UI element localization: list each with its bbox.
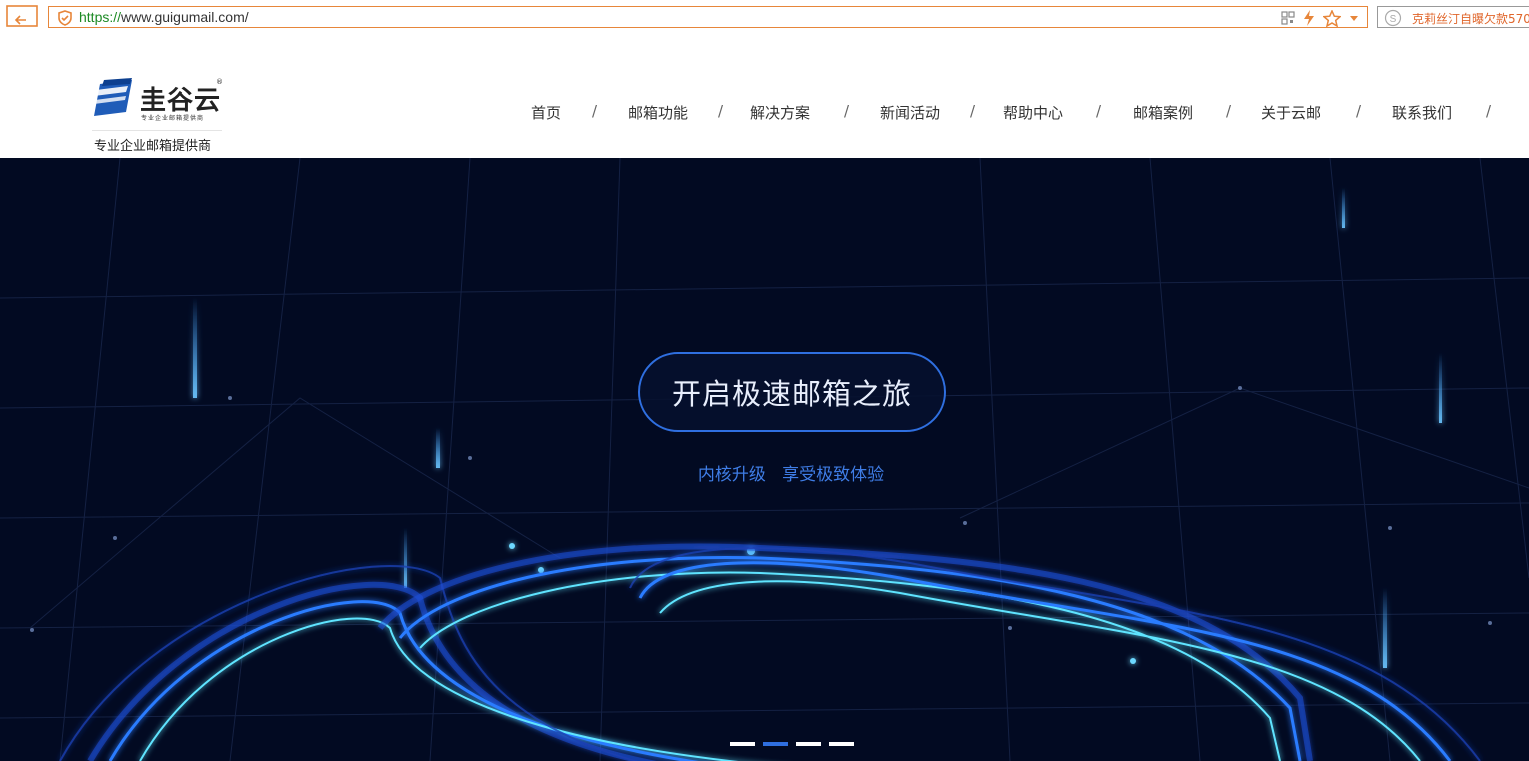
logo-mark-icon [94,78,132,116]
carousel-indicators [730,742,854,746]
search-box[interactable]: S 克莉丝汀自曝欠款570 [1377,6,1529,28]
nav-separator: / [1096,102,1102,120]
nav-item-home[interactable]: 首页 [531,102,561,123]
address-tools [1281,9,1359,27]
carousel-dot-3[interactable] [796,742,821,746]
url-text[interactable]: https://www.guigumail.com/ [79,9,249,25]
url-host: www.guigumail.com/ [121,9,249,25]
lightning-icon[interactable] [1303,10,1315,26]
url-scheme: https:// [79,9,122,25]
nav-item-contact[interactable]: 联系我们 [1392,102,1452,123]
star-icon[interactable] [1323,9,1341,27]
nav-separator: / [1356,102,1362,120]
carousel-dot-2[interactable] [763,742,788,746]
logo-small-text: 专业企业邮箱提供商 [141,115,205,122]
logo-registered-mark: ® [216,78,223,86]
address-bar[interactable]: https://www.guigumail.com/ [48,6,1368,28]
nav-item-features[interactable]: 邮箱功能 [628,102,688,123]
nav-item-news[interactable]: 新闻活动 [880,102,940,123]
carousel-dot-4[interactable] [829,742,854,746]
nav-item-help[interactable]: 帮助中心 [1003,102,1063,123]
nav-separator: / [592,102,598,120]
main-nav: 首页 / 邮箱功能 / 解决方案 / 新闻活动 / 帮助中心 / 邮箱案例 / … [500,102,1510,124]
svg-text:S: S [1390,14,1397,25]
logo-name: 圭谷云 [140,86,222,116]
nav-separator: / [844,102,850,120]
nav-item-cases[interactable]: 邮箱案例 [1133,102,1193,123]
carousel-dot-1[interactable] [730,742,755,746]
logo-tagline: 专业企业邮箱提供商 [94,139,212,154]
search-engine-icon[interactable]: S [1384,9,1402,27]
nav-separator: / [718,102,724,120]
dropdown-arrow-icon[interactable] [1349,14,1359,22]
hero-banner: 开启极速邮箱之旅 内核升级 享受极致体验 [0,158,1529,761]
hero-subtitle: 内核升级 享受极致体验 [697,465,885,485]
nav-separator: / [1226,102,1232,120]
site-header: 圭谷云 ® 专业企业邮箱提供商 专业企业邮箱提供商 首页 / 邮箱功能 / 解决… [0,36,1529,158]
nav-separator: / [970,102,976,120]
qr-code-icon[interactable] [1281,11,1295,25]
nav-separator: / [1486,102,1492,120]
back-icon[interactable] [6,5,38,29]
browser-toolbar: https://www.guigumail.com/ S 克莉丝汀自曝欠款570 [0,0,1529,36]
hero-title-button[interactable]: 开启极速邮箱之旅 [638,352,946,432]
nav-item-solutions[interactable]: 解决方案 [750,102,810,123]
search-suggestion[interactable]: 克莉丝汀自曝欠款570 [1412,10,1529,27]
hero-title: 开启极速邮箱之旅 [671,377,912,411]
logo-divider [92,130,222,131]
nav-item-about[interactable]: 关于云邮 [1261,102,1321,123]
secure-shield-icon [58,10,72,26]
